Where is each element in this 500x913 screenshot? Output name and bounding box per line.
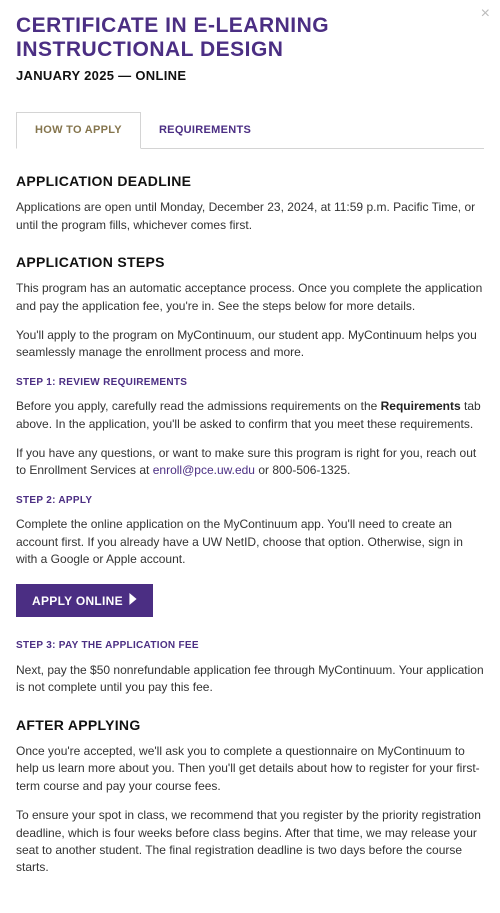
close-icon[interactable]: ×: [481, 6, 490, 22]
heading-after-applying: AFTER APPLYING: [16, 715, 484, 735]
text-deadline: Applications are open until Monday, Dece…: [16, 199, 484, 234]
text-step3-p1: Next, pay the $50 nonrefundable applicat…: [16, 662, 484, 697]
apply-online-label: APPLY ONLINE: [32, 594, 123, 608]
text-after-p1: Once you're accepted, we'll ask you to c…: [16, 743, 484, 795]
heading-step-1: STEP 1: REVIEW REQUIREMENTS: [16, 376, 484, 391]
tab-how-to-apply[interactable]: HOW TO APPLY: [16, 112, 141, 149]
email-link[interactable]: enroll@pce.uw.edu: [153, 463, 255, 477]
heading-application-steps: APPLICATION STEPS: [16, 252, 484, 272]
text-step1-p1: Before you apply, carefully read the adm…: [16, 398, 484, 433]
text-steps-intro-1: This program has an automatic acceptance…: [16, 280, 484, 315]
chevron-right-icon: [129, 593, 137, 608]
text-steps-intro-2: You'll apply to the program on MyContinu…: [16, 327, 484, 362]
text-after-p2: To ensure your spot in class, we recomme…: [16, 807, 484, 877]
text-step1-p2: If you have any questions, or want to ma…: [16, 445, 484, 480]
page-subtitle: JANUARY 2025 — ONLINE: [16, 67, 484, 86]
apply-online-button[interactable]: APPLY ONLINE: [16, 584, 153, 617]
requirements-ref: Requirements: [381, 399, 461, 413]
tab-requirements[interactable]: REQUIREMENTS: [141, 113, 269, 148]
tab-bar: HOW TO APPLY REQUIREMENTS: [16, 112, 484, 149]
heading-step-3: STEP 3: PAY THE APPLICATION FEE: [16, 639, 484, 654]
text-step2-p1: Complete the online application on the M…: [16, 516, 484, 568]
page-title: CERTIFICATE IN E-LEARNING INSTRUCTIONAL …: [16, 14, 484, 61]
heading-step-2: STEP 2: APPLY: [16, 494, 484, 509]
heading-application-deadline: APPLICATION DEADLINE: [16, 171, 484, 191]
